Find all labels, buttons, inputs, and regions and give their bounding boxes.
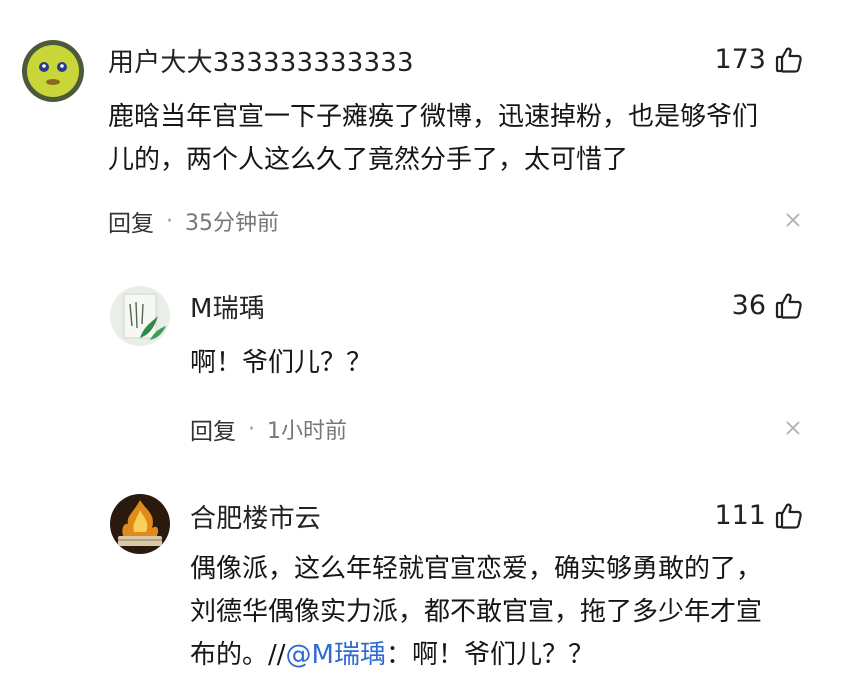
comment-body: 偶像派，这么年轻就官宣恋爱，确实够勇敢的了， 刘德华偶像实力派，都不敢官宣，拖了… xyxy=(190,548,830,677)
avatar[interactable] xyxy=(110,494,170,554)
username[interactable]: 合肥楼市云 xyxy=(190,498,321,535)
comment-line: 刘德华偶像实力派，都不敢官宣，拖了多少年才宣 xyxy=(190,597,763,627)
username[interactable]: 用户大大333333333333 xyxy=(108,42,414,79)
thumbs-up-icon xyxy=(774,45,804,75)
comment-2: M瑞瑀 36 啊！爷们儿？？ 回复 · 1小时前 xyxy=(0,250,856,460)
comment-text: 布的。// xyxy=(190,640,286,670)
avatar-book-cover-image xyxy=(110,286,170,346)
comment-text: ：啊！爷们儿？？ xyxy=(385,640,594,670)
comment-1: 用户大大333333333333 173 鹿晗当年官宣一下子瘫痪了微博，迅速掉粉… xyxy=(0,0,856,250)
avatar[interactable] xyxy=(22,40,84,102)
comment-line: 偶像派，这么年轻就官宣恋爱，确实够勇敢的了， xyxy=(190,554,763,584)
comment-line: 啊！爷们儿？？ xyxy=(190,348,373,378)
separator-dot: · xyxy=(248,416,255,442)
comment-3: 合肥楼市云 111 偶像派，这么年轻就官宣恋爱，确实够勇敢的了， 刘德华偶像实力… xyxy=(0,460,856,690)
comment-line: 鹿晗当年官宣一下子瘫痪了微博，迅速掉粉，也是够爷们 xyxy=(108,102,759,132)
thumbs-up-icon xyxy=(774,501,804,531)
timestamp: 35分钟前 xyxy=(185,211,279,236)
avatar-cartoon-image xyxy=(22,40,84,102)
comment-line: 儿的，两个人这么久了竟然分手了，太可惜了 xyxy=(108,145,629,175)
comment-body: 鹿晗当年官宣一下子瘫痪了微博，迅速掉粉，也是够爷们 儿的，两个人这么久了竟然分手… xyxy=(108,96,828,182)
reply-button[interactable]: 回复 xyxy=(108,204,154,238)
close-icon[interactable] xyxy=(782,209,804,231)
username[interactable]: M瑞瑀 xyxy=(190,288,265,325)
user-mention-link[interactable]: @M瑞瑀 xyxy=(286,640,386,670)
avatar-fire-image xyxy=(110,494,170,554)
comment-line: 布的。//@M瑞瑀：啊！爷们儿？？ xyxy=(190,634,830,677)
comment-meta: 回复 · 1小时前 xyxy=(190,412,347,446)
separator-dot: · xyxy=(166,208,173,234)
like-count: 173 xyxy=(714,44,766,75)
like-button[interactable]: 173 xyxy=(714,44,804,75)
like-count: 111 xyxy=(714,500,766,531)
reply-button[interactable]: 回复 xyxy=(190,412,236,446)
thumbs-up-icon xyxy=(774,291,804,321)
timestamp: 1小时前 xyxy=(267,419,347,444)
like-button[interactable]: 111 xyxy=(714,500,804,531)
comment-body: 啊！爷们儿？？ xyxy=(190,342,810,385)
comment-meta: 回复 · 35分钟前 xyxy=(108,204,279,238)
comment-thread: 用户大大333333333333 173 鹿晗当年官宣一下子瘫痪了微博，迅速掉粉… xyxy=(0,0,856,690)
avatar[interactable] xyxy=(110,286,170,346)
close-icon[interactable] xyxy=(782,417,804,439)
like-button[interactable]: 36 xyxy=(732,290,804,321)
like-count: 36 xyxy=(731,290,766,321)
